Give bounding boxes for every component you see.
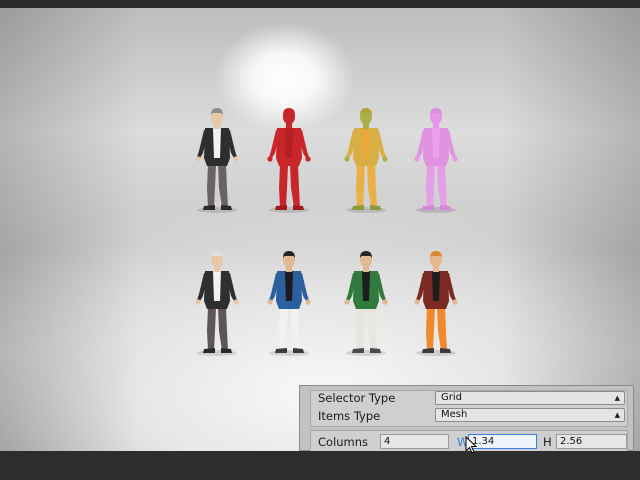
height-label[interactable]: H (543, 435, 552, 449)
width-field[interactable]: 1.34 (468, 434, 537, 449)
selector-type-dropdown[interactable]: Grid ▲ (435, 391, 625, 405)
mouse-cursor-icon (465, 436, 477, 454)
dropdown-arrow-icon: ▲ (614, 394, 620, 402)
character-orange-mixed[interactable] (336, 108, 396, 214)
items-type-value: Mesh (441, 409, 468, 420)
bottom-bar (0, 451, 640, 480)
character-green-jacket[interactable] (336, 251, 396, 357)
character-white-hair[interactable] (187, 251, 247, 357)
top-bar (0, 0, 640, 8)
selector-type-value: Grid (441, 392, 462, 403)
items-type-label: Items Type (318, 409, 381, 423)
items-type-dropdown[interactable]: Mesh ▲ (435, 408, 625, 422)
height-field[interactable]: 2.56 (556, 434, 627, 449)
dropdown-arrow-icon: ▲ (614, 411, 620, 419)
character-red-selected[interactable] (259, 108, 319, 214)
character-blue-jacket[interactable] (259, 251, 319, 357)
columns-field[interactable]: 4 (380, 434, 449, 449)
character-grey-suit[interactable] (187, 108, 247, 214)
selector-type-label: Selector Type (318, 391, 396, 405)
columns-label: Columns (318, 435, 369, 449)
character-pink-highlighted[interactable] (406, 108, 466, 214)
character-maroon-jacket[interactable] (406, 251, 466, 357)
